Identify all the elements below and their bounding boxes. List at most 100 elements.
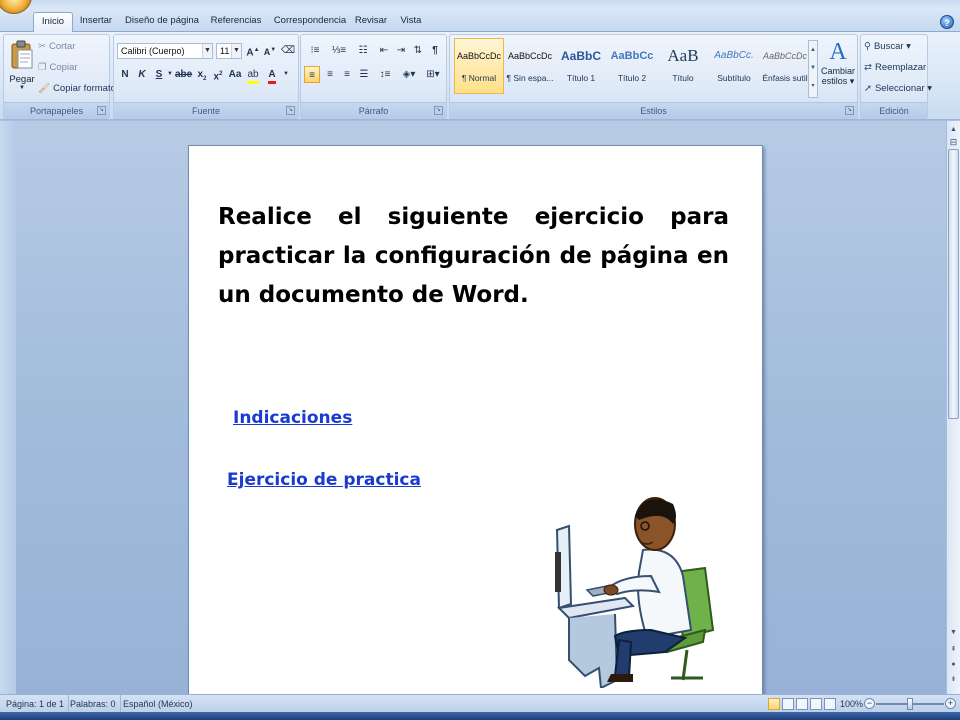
format-painter-button[interactable]: 🖌 Copiar formato <box>38 81 116 97</box>
align-right-icon[interactable]: ≡ <box>339 66 355 83</box>
style-name: Título 1 <box>566 73 596 83</box>
justify-icon[interactable]: ☰ <box>356 66 372 83</box>
document-page[interactable]: Realice el siguiente ejercicio para prac… <box>188 145 763 694</box>
draft-icon[interactable] <box>824 698 836 710</box>
style-normal[interactable]: AaBbCcDc ¶ Normal <box>454 38 504 94</box>
zoom-level[interactable]: 100% <box>836 695 867 713</box>
superscript-icon[interactable]: x2 <box>210 66 226 83</box>
ribbon: Pegar ▼ ✂ Cortar ❐ Copiar 🖌 Copiar formato … <box>0 31 960 120</box>
change-styles-label-2: estilos ▾ <box>821 76 855 86</box>
tab-insertar[interactable]: Insertar <box>75 12 117 32</box>
bullets-icon[interactable]: ⁝≡ <box>304 42 326 59</box>
vertical-scrollbar[interactable]: ▲ ⊟ ▼ ⇞ ● ⇟ <box>946 121 960 694</box>
print-layout-icon[interactable] <box>768 698 780 710</box>
copy-button[interactable]: ❐ Copiar <box>38 60 78 76</box>
scroll-thumb[interactable] <box>948 149 959 419</box>
paste-button[interactable]: Pegar ▼ <box>7 38 37 100</box>
font-group-label: Fuente <box>114 102 298 118</box>
borders-icon[interactable]: ⊞▾ <box>422 66 444 83</box>
scroll-down-icon[interactable]: ▼ <box>948 626 959 639</box>
document-paragraph[interactable]: Realice el siguiente ejercicio para prac… <box>218 198 729 315</box>
status-page[interactable]: Página: 1 de 1 <box>2 695 70 713</box>
align-left-icon[interactable]: ≡ <box>304 66 320 83</box>
link-indicaciones[interactable]: Indicaciones <box>233 408 352 428</box>
align-center-icon[interactable]: ≡ <box>322 66 338 83</box>
style-heading-2[interactable]: AaBbCc Título 2 <box>607 38 657 94</box>
clear-format-icon[interactable]: ⌫ <box>280 42 296 59</box>
zoom-slider-thumb[interactable] <box>907 698 913 710</box>
sort-icon[interactable]: ⇅ <box>410 42 426 59</box>
strikethrough-icon[interactable]: abe <box>175 66 192 83</box>
outline-icon[interactable] <box>810 698 822 710</box>
person-at-computer-clipart <box>555 497 715 688</box>
style-no-spacing[interactable]: AaBbCcDc ¶ Sin espa... <box>505 38 555 94</box>
font-size-select[interactable]: 11 ▼ <box>216 43 242 59</box>
zoom-out-icon[interactable]: − <box>864 698 875 709</box>
clipboard-group: Pegar ▼ ✂ Cortar ❐ Copiar 🖌 Copiar formato … <box>3 34 116 119</box>
tab-vista[interactable]: Vista <box>396 12 426 32</box>
find-button[interactable]: ⚲ Buscar ▾ <box>864 39 911 55</box>
style-name: ¶ Normal <box>461 73 497 83</box>
styles-group: AaBbCcDc ¶ Normal AaBbCcDc ¶ Sin espa...… <box>449 34 858 119</box>
font-name-select[interactable]: Calibri (Cuerpo) ▼ <box>117 43 213 59</box>
select-button[interactable]: ➚ Seleccionar ▾ <box>864 81 932 97</box>
bold-button[interactable]: N <box>117 66 133 83</box>
subscript-icon[interactable]: x2 <box>194 66 210 83</box>
style-subtle-emphasis[interactable]: AaBbCcDc Énfasis sutil <box>760 38 810 94</box>
ruler-toggle-icon[interactable]: ⊟ <box>948 136 959 149</box>
font-dialog-launcher-icon[interactable]: ↘ <box>286 106 295 115</box>
styles-dialog-launcher-icon[interactable]: ↘ <box>845 106 854 115</box>
grow-font-icon[interactable]: A▲ <box>245 42 261 59</box>
chevron-down-icon: ▼ <box>19 85 25 91</box>
tab-referencias[interactable]: Referencias <box>208 12 264 32</box>
status-bar: Página: 1 de 1 Palabras: 0 Español (Méxi… <box>0 694 960 713</box>
multilevel-list-icon[interactable]: ☷ <box>352 42 374 59</box>
show-marks-icon[interactable]: ¶ <box>427 42 443 59</box>
clipboard-dialog-launcher-icon[interactable]: ↘ <box>97 106 106 115</box>
format-painter-label: Copiar formato <box>53 83 116 94</box>
style-subtitle[interactable]: AaBbCc. Subtítulo <box>709 38 759 94</box>
tab-revisar[interactable]: Revisar <box>353 12 389 32</box>
full-screen-reading-icon[interactable] <box>782 698 794 710</box>
underline-button[interactable]: S <box>151 66 167 83</box>
line-spacing-icon[interactable]: ↕≡ <box>374 66 396 83</box>
replace-button[interactable]: ⇄ Reemplazar <box>864 60 926 76</box>
cut-button[interactable]: ✂ Cortar <box>38 39 75 55</box>
chevron-down-icon[interactable]: ▼ <box>166 66 174 83</box>
style-sample: AaBbCc. <box>714 50 754 61</box>
status-words[interactable]: Palabras: 0 <box>66 695 121 713</box>
tab-correspondencia[interactable]: Correspondencia <box>272 12 348 32</box>
status-language[interactable]: Español (México) <box>119 695 197 713</box>
decrease-indent-icon[interactable]: ⇤ <box>376 42 392 59</box>
binoculars-icon: ⚲ <box>864 41 871 52</box>
link-ejercicio-practica[interactable]: Ejercicio de practica <box>227 470 421 490</box>
highlight-icon[interactable]: ab <box>245 66 261 84</box>
change-case-icon[interactable]: Aa <box>227 66 243 83</box>
style-title[interactable]: AaB Título <box>658 38 708 94</box>
browse-object-icon[interactable]: ● <box>948 658 959 671</box>
help-icon[interactable]: ? <box>940 15 954 29</box>
shading-icon[interactable]: ◈▾ <box>398 66 420 83</box>
vertical-ruler <box>0 121 16 694</box>
styles-scroll[interactable]: ▲ ▼ ▾ <box>808 40 818 98</box>
style-name: ¶ Sin espa... <box>506 73 554 83</box>
style-sample: AaBbCcDc <box>762 51 807 61</box>
style-heading-1[interactable]: AaBbC Título 1 <box>556 38 606 94</box>
style-sample: AaBbCcDc <box>456 51 501 61</box>
tab-inicio[interactable]: Inicio <box>33 12 73 32</box>
web-layout-icon[interactable] <box>796 698 808 710</box>
font-color-icon[interactable]: A <box>264 66 280 84</box>
italic-button[interactable]: K <box>134 66 150 83</box>
shrink-font-icon[interactable]: A▼ <box>262 42 278 59</box>
change-styles-button[interactable]: A Cambiar estilos ▾ <box>820 38 856 100</box>
chevron-down-icon[interactable]: ▼ <box>282 66 290 83</box>
increase-indent-icon[interactable]: ⇥ <box>393 42 409 59</box>
zoom-in-icon[interactable]: + <box>945 698 956 709</box>
numbering-icon[interactable]: ⅓≡ <box>328 42 350 59</box>
style-sample: AaBbCc <box>610 50 654 62</box>
paragraph-dialog-launcher-icon[interactable]: ↘ <box>434 106 443 115</box>
scroll-up-icon[interactable]: ▲ <box>948 123 959 136</box>
next-page-icon[interactable]: ⇟ <box>948 673 959 686</box>
previous-page-icon[interactable]: ⇞ <box>948 643 959 656</box>
tab-diseno-pagina[interactable]: Diseño de página <box>124 12 200 32</box>
